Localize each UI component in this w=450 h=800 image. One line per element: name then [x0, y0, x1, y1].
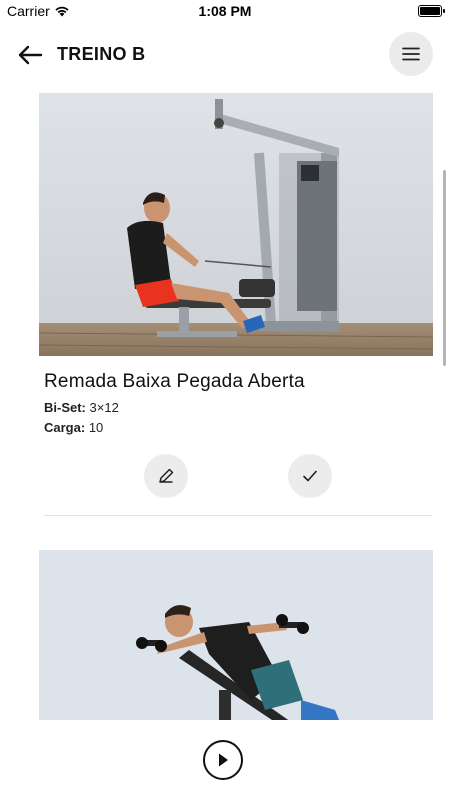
edit-button[interactable]	[144, 454, 188, 498]
clock: 1:08 PM	[198, 3, 252, 19]
biset-label: Bi-Set:	[44, 400, 86, 415]
exercise-image	[39, 93, 433, 356]
arrow-left-icon	[18, 45, 43, 65]
scroll-indicator[interactable]	[443, 170, 446, 366]
pencil-icon	[159, 468, 174, 483]
divider	[44, 515, 432, 516]
exercise-title: Remada Baixa Pegada Aberta	[44, 371, 305, 392]
carga-value: 10	[88, 420, 104, 435]
done-button[interactable]	[288, 454, 332, 498]
play-button[interactable]	[203, 740, 243, 780]
carga-label: Carga:	[44, 420, 86, 435]
carga-row: Carga: 10	[44, 420, 103, 435]
menu-button[interactable]	[389, 32, 433, 76]
exercise-list[interactable]: Remada Baixa Pegada Aberta Bi-Set: 3×12 …	[0, 88, 450, 720]
exercise-card: Remada Baixa Pegada Aberta Bi-Set: 3×12 …	[0, 88, 450, 518]
status-bar: Carrier 1:08 PM	[0, 0, 450, 22]
check-icon	[303, 470, 317, 482]
play-icon	[219, 753, 228, 767]
biset-value: 3×12	[89, 400, 119, 415]
exercise-card	[0, 550, 450, 720]
battery-icon	[418, 5, 445, 17]
page-title: TREINO B	[57, 44, 146, 64]
nav-bar: TREINO B	[0, 22, 450, 88]
back-button[interactable]	[14, 40, 46, 70]
exercise-image	[39, 550, 433, 720]
hamburger-menu-icon	[402, 47, 420, 61]
biset-row: Bi-Set: 3×12	[44, 400, 119, 415]
bottom-bar	[0, 720, 450, 800]
